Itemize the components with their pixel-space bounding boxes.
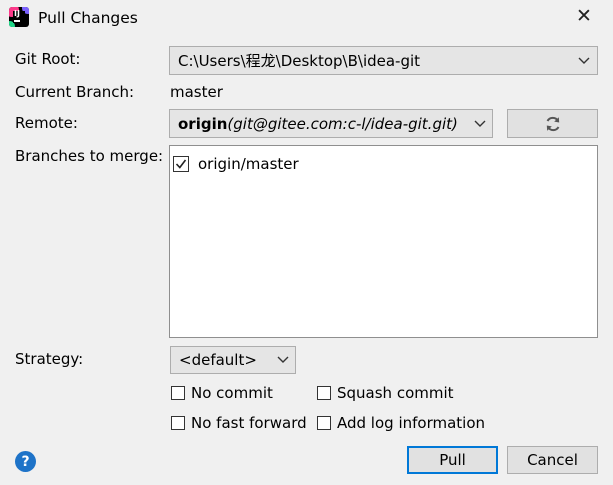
remote-url: (git@gitee.com:c-l/idea-git.git) [227, 114, 458, 133]
refresh-icon [546, 116, 559, 131]
chevron-down-icon [576, 47, 592, 74]
git-root-value: C:\Users\程龙\Desktop\B\idea-git [178, 52, 421, 70]
close-icon[interactable]: ✕ [575, 6, 593, 26]
list-item[interactable]: origin/master [173, 155, 299, 173]
pull-button[interactable]: Pull [407, 446, 498, 474]
cancel-button[interactable]: Cancel [507, 446, 598, 474]
squash-commit-label: Squash commit [337, 384, 454, 402]
branch-label: origin/master [198, 155, 299, 173]
no-commit-option[interactable]: No commit [171, 384, 273, 402]
refresh-remotes-button[interactable] [507, 109, 598, 138]
no-commit-label: No commit [191, 384, 273, 402]
git-root-label: Git Root: [15, 50, 80, 68]
no-commit-checkbox[interactable] [171, 386, 185, 400]
remote-label: Remote: [15, 114, 78, 132]
add-log-information-label: Add log information [337, 414, 486, 432]
branch-checkbox[interactable] [173, 156, 189, 172]
git-root-dropdown[interactable]: C:\Users\程龙\Desktop\B\idea-git [169, 46, 598, 75]
strategy-label: Strategy: [15, 350, 84, 368]
branches-label: Branches to merge: [15, 147, 164, 165]
strategy-value: <default> [179, 351, 257, 369]
chevron-down-icon [472, 110, 488, 137]
chevron-down-icon [275, 347, 291, 373]
git-root-label-text: Git Root: [15, 50, 81, 68]
no-fast-forward-checkbox[interactable] [171, 416, 185, 430]
add-log-information-option[interactable]: Add log information [317, 414, 485, 432]
no-fast-forward-label: No fast forward [191, 414, 307, 432]
add-log-information-checkbox[interactable] [317, 416, 331, 430]
current-branch-label: Current Branch: [15, 83, 135, 101]
help-icon[interactable]: ? [15, 451, 36, 472]
squash-commit-option[interactable]: Squash commit [317, 384, 454, 402]
remote-name: origin [178, 114, 228, 133]
current-branch-value: master [170, 83, 223, 101]
checkmark-icon [175, 159, 187, 169]
strategy-dropdown[interactable]: <default> [170, 346, 296, 374]
intellij-idea-icon: IJ [9, 7, 29, 27]
squash-commit-checkbox[interactable] [317, 386, 331, 400]
window-title: Pull Changes [38, 9, 138, 27]
branches-list[interactable]: origin/master [169, 145, 598, 338]
remote-dropdown[interactable]: origin (git@gitee.com:c-l/idea-git.git) [169, 109, 493, 138]
no-fast-forward-option[interactable]: No fast forward [171, 414, 307, 432]
